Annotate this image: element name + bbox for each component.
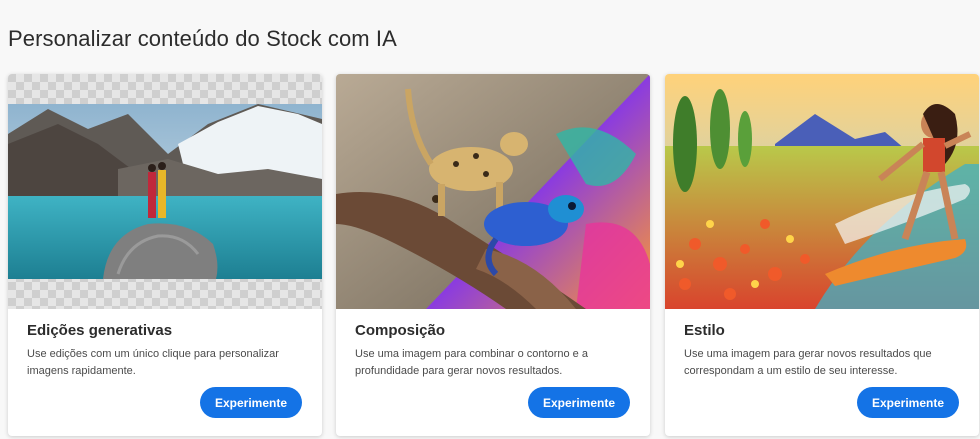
card-style[interactable]: Estilo Use uma imagem para gerar novos r… (665, 74, 979, 436)
card-description: Use edições com um único clique para per… (27, 348, 279, 377)
card-description: Use uma imagem para combinar o contorno … (355, 348, 588, 377)
card-image[interactable] (8, 74, 322, 309)
card-image[interactable] (665, 74, 979, 309)
mountain-lake-illustration (8, 74, 322, 309)
card-generative-edits[interactable]: Edições generativas Use edições com um ú… (8, 74, 322, 436)
try-button[interactable]: Experimente (528, 387, 630, 418)
try-button[interactable]: Experimente (857, 387, 959, 418)
try-button[interactable]: Experimente (200, 387, 302, 418)
page-title: Personalizar conteúdo do Stock com IA (8, 26, 397, 51)
cheetah-chameleon-illustration (336, 74, 650, 309)
painted-surfer-illustration (665, 74, 979, 309)
card-description: Use uma imagem para gerar novos resultad… (684, 348, 932, 377)
card-title: Edições generativas (27, 322, 173, 339)
card-image[interactable] (336, 74, 650, 309)
card-title: Composição (355, 322, 446, 339)
card-composition[interactable]: Composição Use uma imagem para combinar … (336, 74, 650, 436)
card-title: Estilo (684, 322, 725, 339)
